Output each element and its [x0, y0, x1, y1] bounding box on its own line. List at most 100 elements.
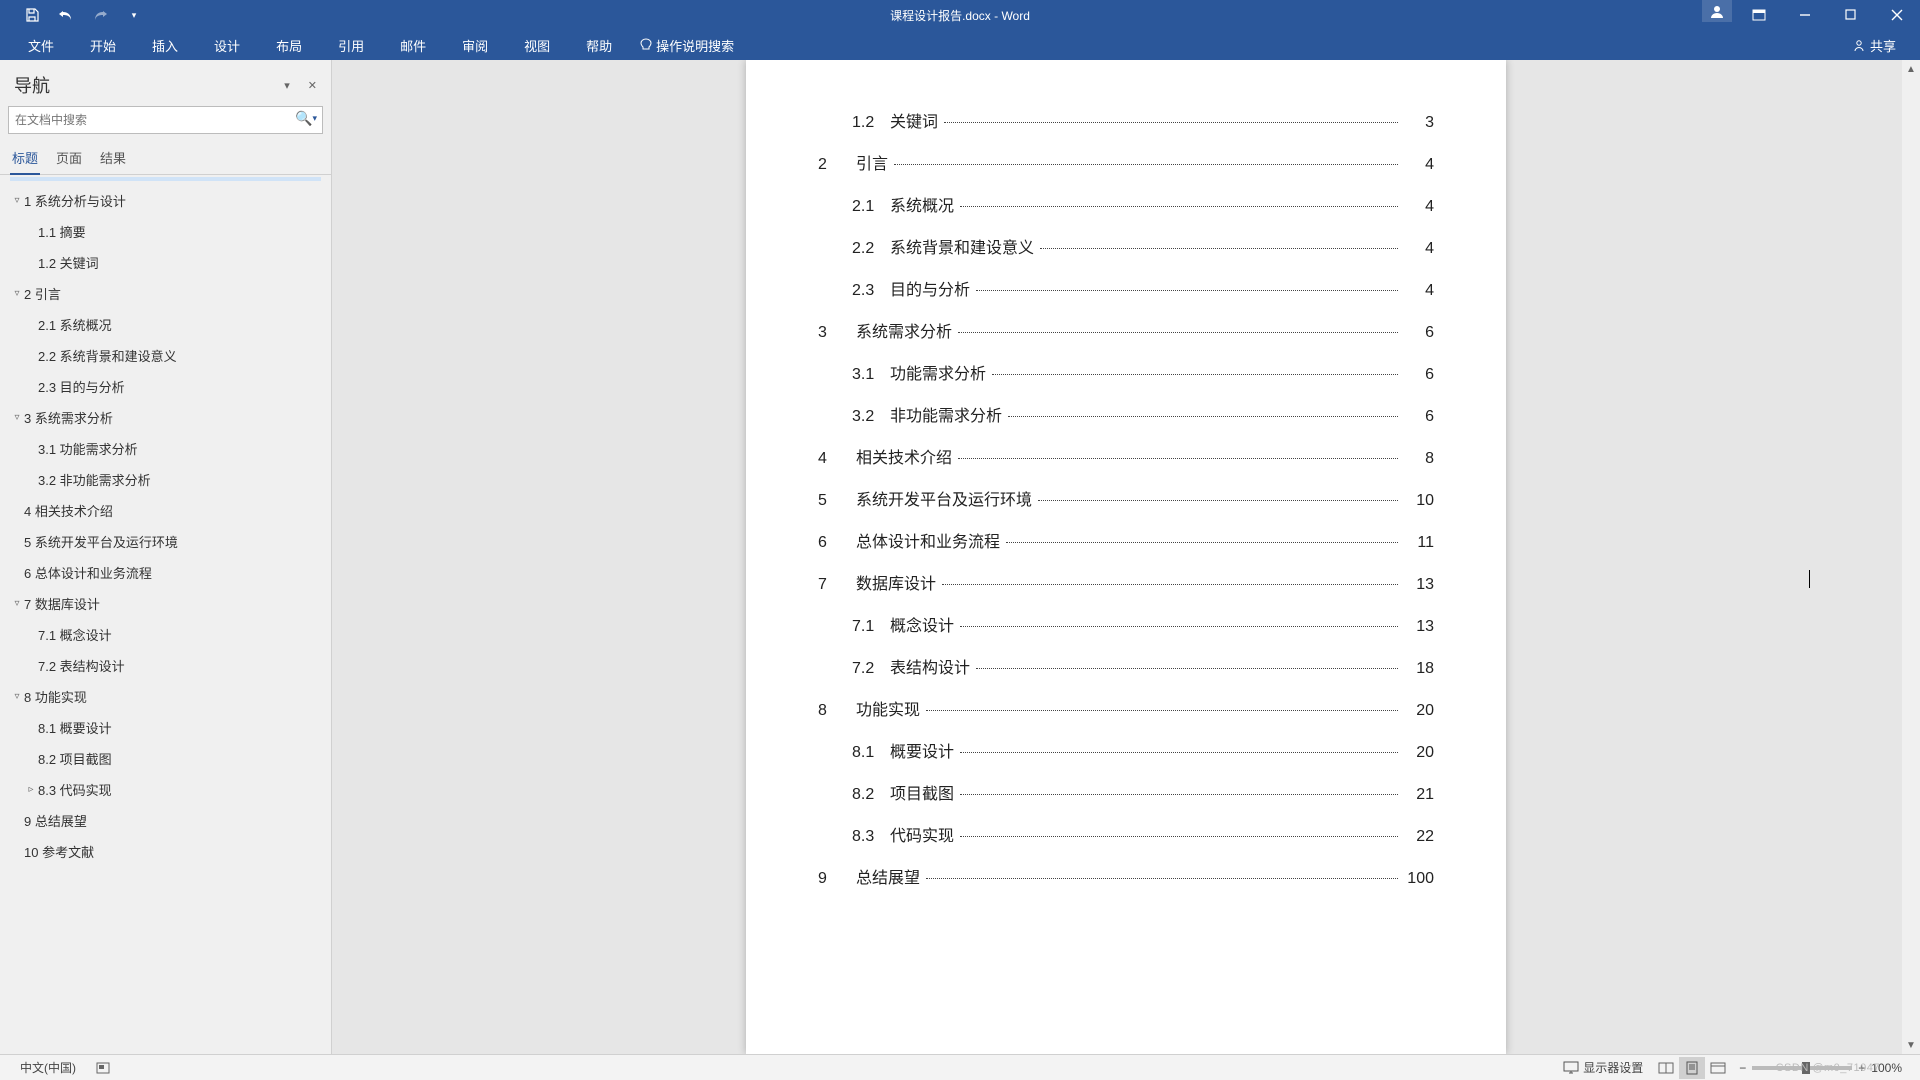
- toc-entry[interactable]: 2.3目的与分析4: [818, 276, 1434, 300]
- save-icon[interactable]: [24, 7, 40, 23]
- nav-item[interactable]: ▿8 功能实现: [0, 681, 331, 712]
- toc-entry[interactable]: 5系统开发平台及运行环境10: [818, 486, 1434, 510]
- toc-entry[interactable]: 1.2关键词3: [818, 108, 1434, 132]
- language-status[interactable]: 中文(中国): [10, 1059, 86, 1076]
- account-icon[interactable]: [1702, 0, 1732, 22]
- toc-number: 8: [818, 702, 856, 720]
- search-icon[interactable]: 🔍▾: [295, 110, 317, 127]
- toc-entry[interactable]: 4相关技术介绍8: [818, 444, 1434, 468]
- share-button[interactable]: 共享: [1838, 36, 1910, 55]
- toc-leader: [1006, 542, 1398, 543]
- nav-item[interactable]: ▿1 系统分析与设计: [0, 185, 331, 216]
- toc-page-number: 11: [1404, 534, 1434, 552]
- nav-tab-标题[interactable]: 标题: [10, 142, 40, 175]
- nav-close-icon[interactable]: ✕: [308, 79, 317, 92]
- nav-item[interactable]: ▿7 数据库设计: [0, 588, 331, 619]
- nav-tab-结果[interactable]: 结果: [98, 142, 128, 174]
- view-web-layout[interactable]: [1705, 1057, 1731, 1079]
- ribbon-tab-5[interactable]: 引用: [320, 30, 382, 60]
- ribbon-tab-7[interactable]: 审阅: [444, 30, 506, 60]
- nav-item[interactable]: 1.1 摘要: [0, 216, 331, 247]
- nav-item[interactable]: 8.1 概要设计: [0, 712, 331, 743]
- toc-entry[interactable]: 8功能实现20: [818, 696, 1434, 720]
- close-button[interactable]: [1874, 0, 1920, 30]
- toc-entry[interactable]: 3.1功能需求分析6: [818, 360, 1434, 384]
- nav-item[interactable]: ▿2 引言: [0, 278, 331, 309]
- maximize-button[interactable]: [1828, 0, 1874, 30]
- toc-entry[interactable]: 7.1概念设计13: [818, 612, 1434, 636]
- document-area[interactable]: 1.2关键词3 2引言4 2.1系统概况4 2.2系统背景和建设意义4 2.3目的与分析…: [332, 60, 1920, 1054]
- zoom-out-button[interactable]: −: [1739, 1061, 1746, 1075]
- toc-leader: [1008, 416, 1398, 417]
- nav-dropdown-icon[interactable]: ▾: [284, 79, 290, 92]
- toc-entry[interactable]: 2.2系统背景和建设意义4: [818, 234, 1434, 258]
- nav-item[interactable]: 2.3 目的与分析: [0, 371, 331, 402]
- toc-label: 总结展望: [856, 864, 920, 888]
- vertical-scrollbar[interactable]: ▲ ▼: [1902, 60, 1920, 1054]
- caret-icon[interactable]: ▿: [10, 195, 24, 206]
- display-settings[interactable]: 显示器设置: [1553, 1059, 1653, 1076]
- toc-label: 目的与分析: [890, 276, 970, 300]
- view-print-layout[interactable]: [1679, 1057, 1705, 1079]
- nav-item[interactable]: ▹8.3 代码实现: [0, 774, 331, 805]
- ribbon-tab-4[interactable]: 布局: [258, 30, 320, 60]
- zoom-slider[interactable]: [1752, 1066, 1852, 1070]
- toc-entry[interactable]: 3.2非功能需求分析6: [818, 402, 1434, 426]
- toc-label: 系统概况: [890, 192, 954, 216]
- minimize-button[interactable]: [1782, 0, 1828, 30]
- zoom-level[interactable]: 100%: [1871, 1061, 1902, 1075]
- toc-entry[interactable]: 2引言4: [818, 150, 1434, 174]
- nav-tab-页面[interactable]: 页面: [54, 142, 84, 174]
- caret-icon[interactable]: ▿: [10, 288, 24, 299]
- caret-icon[interactable]: ▿: [10, 412, 24, 423]
- nav-item[interactable]: 9 总结展望: [0, 805, 331, 836]
- undo-icon[interactable]: [58, 7, 74, 23]
- toc-entry[interactable]: 2.1系统概况4: [818, 192, 1434, 216]
- ribbon-tab-8[interactable]: 视图: [506, 30, 568, 60]
- scroll-up-icon[interactable]: ▲: [1902, 60, 1920, 78]
- nav-item[interactable]: 7.2 表结构设计: [0, 650, 331, 681]
- nav-item[interactable]: 3.2 非功能需求分析: [0, 464, 331, 495]
- nav-item[interactable]: 7.1 概念设计: [0, 619, 331, 650]
- nav-item[interactable]: 8.2 项目截图: [0, 743, 331, 774]
- view-read-mode[interactable]: [1653, 1057, 1679, 1079]
- scroll-down-icon[interactable]: ▼: [1902, 1036, 1920, 1054]
- ribbon-tab-2[interactable]: 插入: [134, 30, 196, 60]
- nav-item[interactable]: 2.2 系统背景和建设意义: [0, 340, 331, 371]
- redo-icon[interactable]: [92, 7, 108, 23]
- toc-number: 2.3: [852, 282, 890, 300]
- ribbon-tab-3[interactable]: 设计: [196, 30, 258, 60]
- ribbon-options-icon[interactable]: [1736, 0, 1782, 30]
- toc-entry[interactable]: 6总体设计和业务流程11: [818, 528, 1434, 552]
- nav-item[interactable]: 2.1 系统概况: [0, 309, 331, 340]
- nav-search-input[interactable]: [8, 106, 323, 134]
- ribbon-tab-6[interactable]: 邮件: [382, 30, 444, 60]
- nav-item[interactable]: 6 总体设计和业务流程: [0, 557, 331, 588]
- toc-leader: [894, 164, 1398, 165]
- caret-icon[interactable]: ▹: [24, 784, 38, 795]
- nav-item[interactable]: 5 系统开发平台及运行环境: [0, 526, 331, 557]
- toc-entry[interactable]: 7.2表结构设计18: [818, 654, 1434, 678]
- caret-icon[interactable]: ▿: [10, 598, 24, 609]
- zoom-in-button[interactable]: +: [1858, 1061, 1865, 1075]
- document-page[interactable]: 1.2关键词3 2引言4 2.1系统概况4 2.2系统背景和建设意义4 2.3目的与分析…: [746, 60, 1506, 1054]
- nav-item[interactable]: 10 参考文献: [0, 836, 331, 867]
- ribbon-tab-0[interactable]: 文件: [10, 30, 72, 60]
- nav-item[interactable]: 1.2 关键词: [0, 247, 331, 278]
- toc-entry[interactable]: 8.1概要设计20: [818, 738, 1434, 762]
- ribbon-tab-9[interactable]: 帮助: [568, 30, 630, 60]
- tell-me[interactable]: 操作说明搜索: [630, 36, 744, 55]
- toc-entry[interactable]: 3系统需求分析6: [818, 318, 1434, 342]
- nav-item[interactable]: ▿3 系统需求分析: [0, 402, 331, 433]
- macro-icon[interactable]: [86, 1061, 120, 1075]
- ribbon-tab-1[interactable]: 开始: [72, 30, 134, 60]
- toc-entry[interactable]: 8.2项目截图21: [818, 780, 1434, 804]
- caret-icon[interactable]: ▿: [10, 691, 24, 702]
- toc-entry[interactable]: 7数据库设计13: [818, 570, 1434, 594]
- toc-entry[interactable]: 8.3代码实现22: [818, 822, 1434, 846]
- qat-dropdown-icon[interactable]: ▾: [126, 7, 142, 23]
- toc-entry[interactable]: 9总结展望100: [818, 864, 1434, 888]
- nav-item-label: 2.2 系统背景和建设意义: [38, 346, 177, 365]
- nav-item[interactable]: 3.1 功能需求分析: [0, 433, 331, 464]
- nav-item[interactable]: 4 相关技术介绍: [0, 495, 331, 526]
